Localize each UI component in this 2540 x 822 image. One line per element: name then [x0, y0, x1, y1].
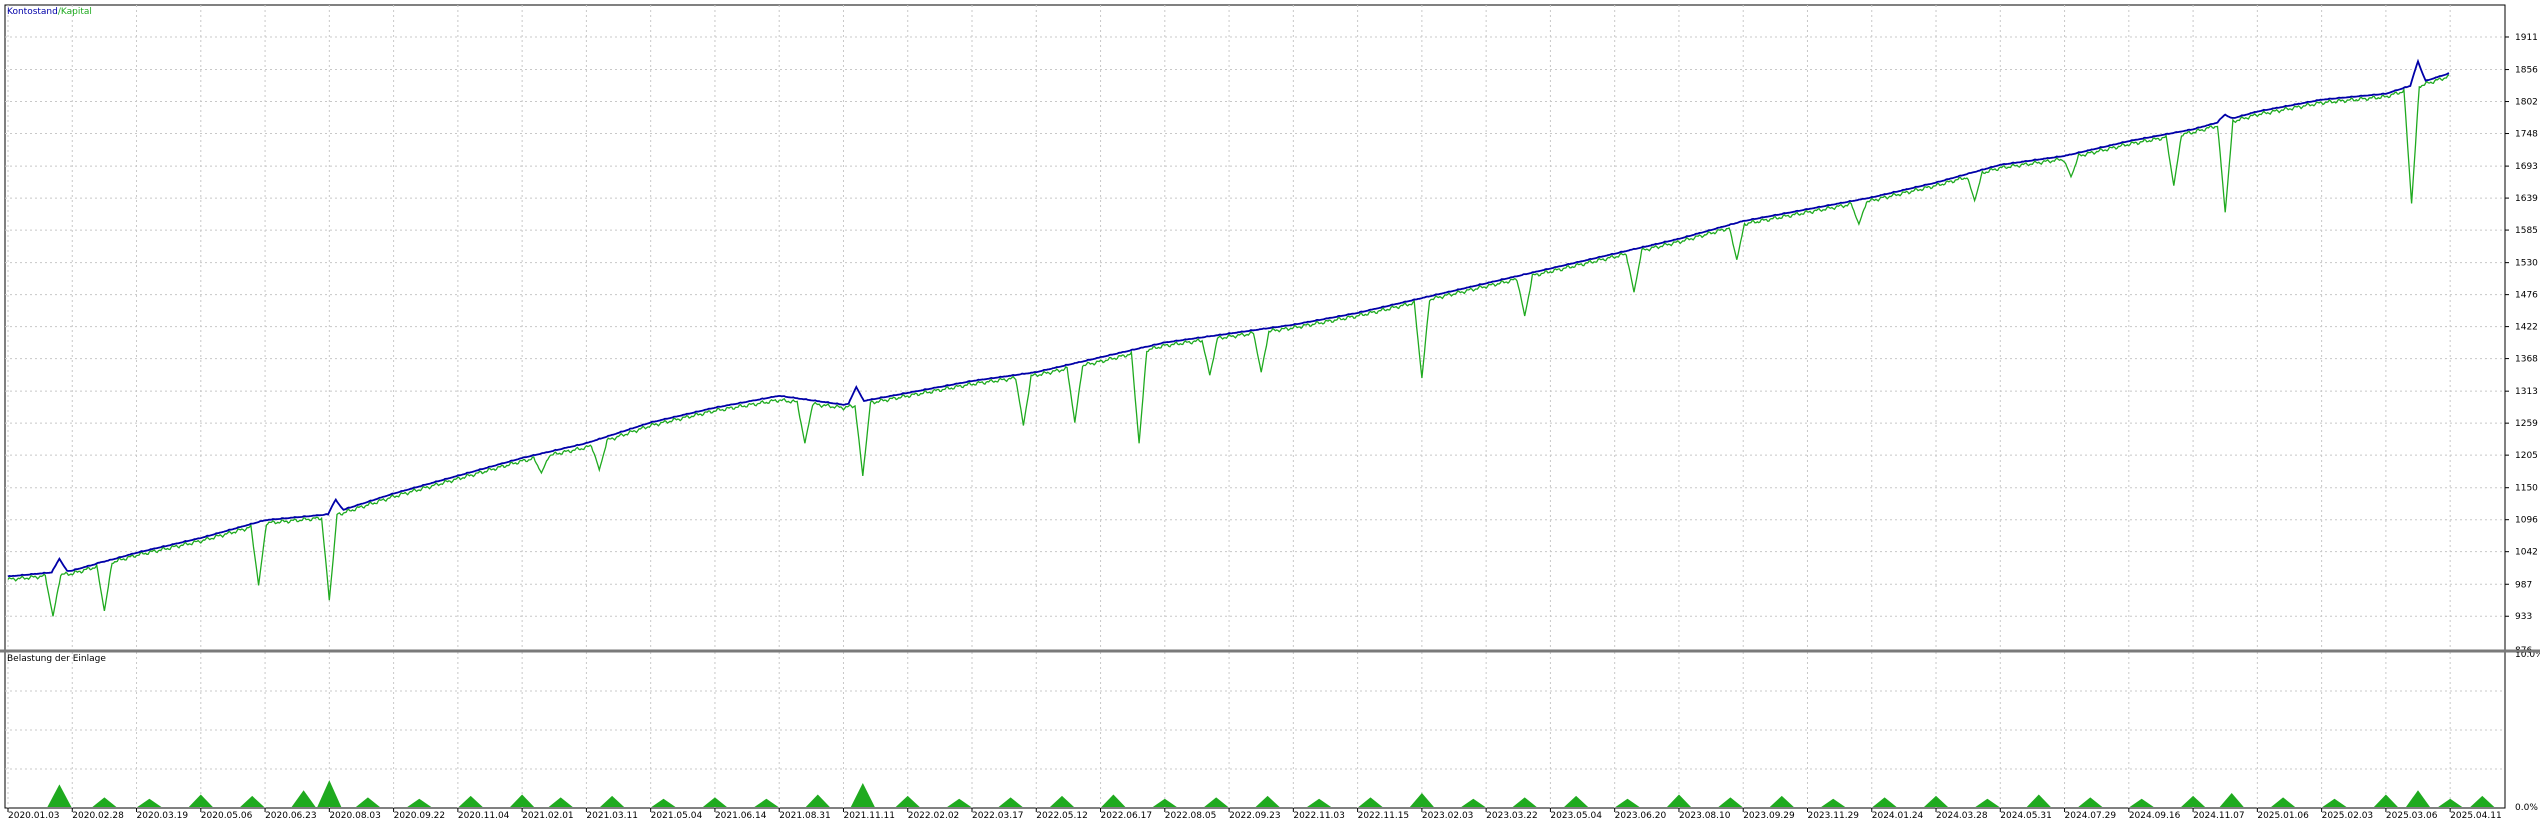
x-tick-label: 2022.08.05	[1165, 811, 1217, 821]
y-tick-label: 1802	[2515, 98, 2538, 108]
y-tick-label: 1368	[2515, 355, 2538, 365]
y-tick-label: 1313	[2515, 387, 2538, 397]
x-tick-label: 2021.08.31	[779, 811, 831, 821]
x-tick-label: 2020.03.19	[137, 811, 189, 821]
x-tick-label: 2022.05.12	[1036, 811, 1088, 821]
y-tick-label: 1422	[2515, 323, 2538, 333]
x-tick-label: 2022.11.15	[1358, 811, 1410, 821]
x-tick-label: 2022.02.02	[908, 811, 960, 821]
y-tick-label: 1585	[2515, 226, 2538, 236]
x-tick-label: 2024.01.24	[1872, 811, 1924, 821]
x-tick-label: 2025.03.06	[2386, 811, 2438, 821]
x-tick-label: 2020.02.28	[72, 811, 124, 821]
balance-equity-panel: 8769339871042109611501205125913131368142…	[4, 4, 2538, 656]
x-tick-label: 2022.06.17	[1101, 811, 1153, 821]
x-tick-label: 2024.11.07	[2193, 811, 2245, 821]
x-tick-label: 2023.06.20	[1615, 811, 1667, 821]
y-tick-label: 1748	[2515, 130, 2538, 140]
x-tick-label: 2022.03.17	[972, 811, 1024, 821]
x-tick-label: 2024.05.31	[2000, 811, 2052, 821]
x-tick-label: 2020.05.06	[201, 811, 253, 821]
x-tick-label: 2025.02.03	[2322, 811, 2374, 821]
x-tick-label: 2020.08.03	[329, 811, 381, 821]
x-tick-label: 2021.05.04	[651, 811, 703, 821]
strategy-tester-chart: 8769339871042109611501205125913131368142…	[0, 4, 2540, 821]
y-tick-label: 1042	[2515, 548, 2538, 558]
y-tick-label: 933	[2515, 612, 2532, 622]
deposit-load-panel: 10.0%0.0%	[4, 650, 2540, 813]
legend-equity-label: Kapital	[61, 7, 92, 17]
y-tick-label: 1911	[2515, 33, 2538, 43]
x-tick-label: 2023.03.22	[1486, 811, 1538, 821]
x-axis: 2020.01.03 2020.02.28 2020.03.19 2020.05.06…	[7, 808, 2502, 821]
x-tick-label: 2020.09.22	[394, 811, 446, 821]
x-tick-label: 2020.01.03	[8, 811, 60, 821]
y-tick-label: 1205	[2515, 451, 2538, 461]
x-tick-label: 2020.11.04	[458, 811, 510, 821]
y-tick-label: 1530	[2515, 259, 2538, 269]
y-tick-label: 987	[2515, 580, 2532, 590]
y-tick-label: 1150	[2515, 484, 2538, 494]
x-tick-label: 2020.06.23	[265, 811, 317, 821]
x-tick-label: 2025.01.06	[2257, 811, 2309, 821]
x-tick-label: 2023.09.29	[1743, 811, 1795, 821]
y-tick-label: 1693	[2515, 162, 2538, 172]
legend-balance-label: Kontostand	[7, 7, 58, 17]
x-tick-label: 2022.09.23	[1229, 811, 1281, 821]
x-tick-label: 2024.07.29	[2065, 811, 2117, 821]
y-tick-label: 1476	[2515, 291, 2538, 301]
y-tick-label: 1096	[2515, 516, 2538, 526]
y-tick-label: 1639	[2515, 194, 2538, 204]
x-tick-label: 2021.11.11	[843, 811, 895, 821]
x-tick-label: 2024.09.16	[2129, 811, 2181, 821]
x-tick-label: 2023.08.10	[1679, 811, 1731, 821]
x-tick-label: 2021.03.11	[586, 811, 638, 821]
y-tick-label: 1856	[2515, 66, 2538, 76]
sub-y-tick-label: 0.0%	[2515, 803, 2538, 813]
deposit-load-title: Belastung der Einlage	[7, 654, 106, 664]
x-tick-label: 2022.11.03	[1293, 811, 1345, 821]
x-tick-label: 2024.03.28	[1936, 811, 1988, 821]
x-tick-label: 2021.02.01	[522, 811, 574, 821]
x-tick-label: 2023.11.29	[1807, 811, 1859, 821]
x-tick-label: 2025.04.11	[2450, 811, 2502, 821]
x-tick-label: 2021.06.14	[715, 811, 767, 821]
x-tick-label: 2023.02.03	[1422, 811, 1474, 821]
x-tick-label: 2023.05.04	[1550, 811, 1602, 821]
y-tick-label: 1259	[2515, 419, 2538, 429]
